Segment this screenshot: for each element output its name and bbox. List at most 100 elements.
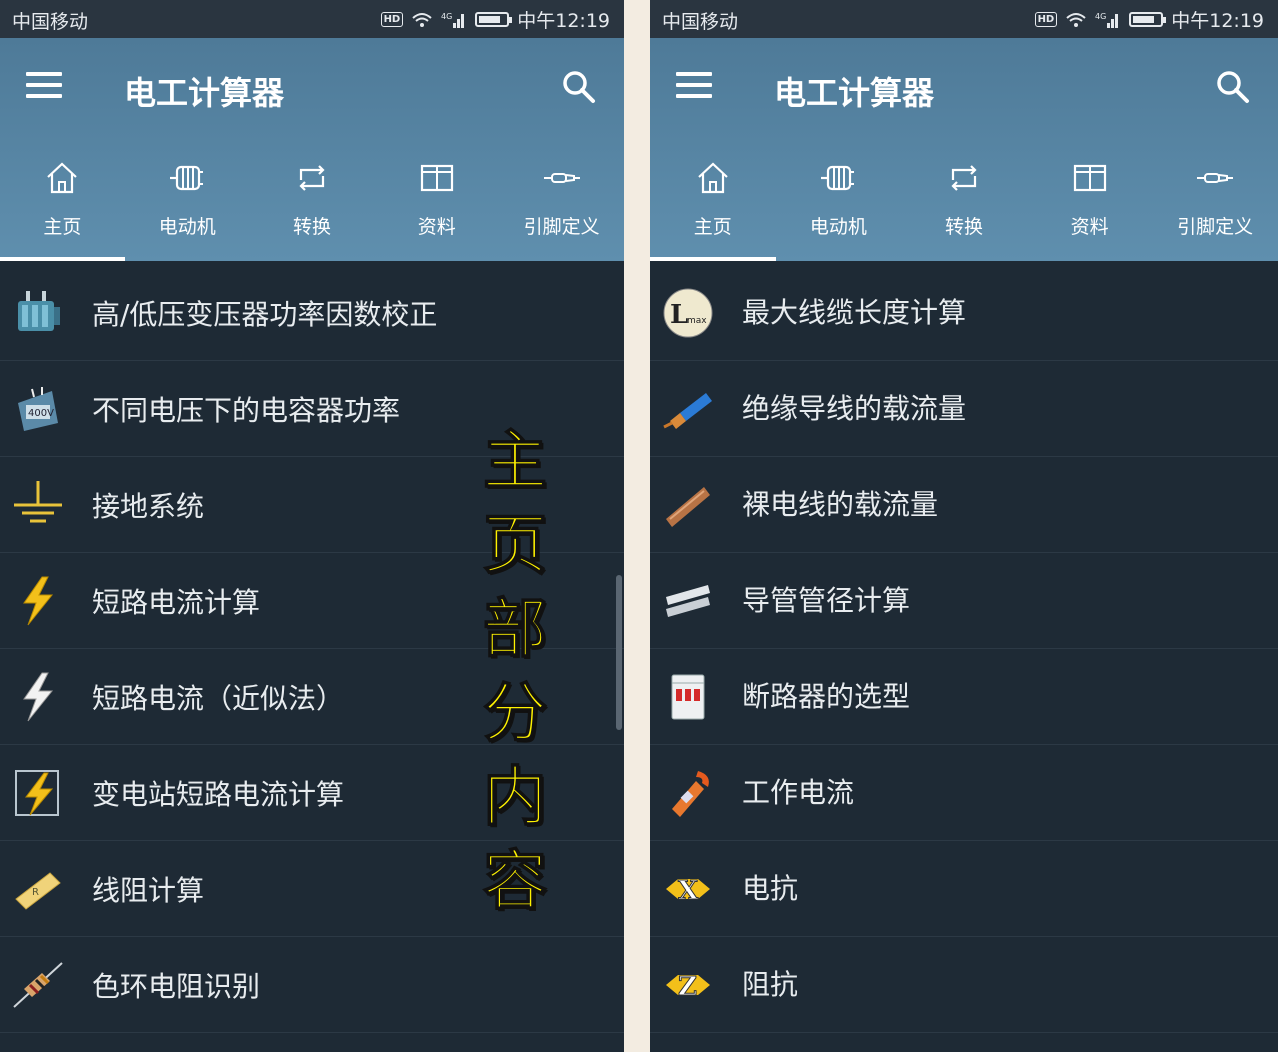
pin-icon [543, 173, 580, 183]
svg-text:4G: 4G [1095, 12, 1106, 21]
tab-home[interactable]: 主页 [650, 146, 776, 261]
list-item-label: 短路电流计算 [92, 586, 261, 619]
tab-label: 主页 [43, 216, 82, 238]
tab-label: 电动机 [158, 216, 216, 238]
carrier-label: 中国移动 [12, 11, 89, 33]
wire-resistance-icon: R [15, 872, 61, 910]
carrier-label: 中国移动 [662, 11, 739, 33]
svg-text:Z: Z [678, 972, 697, 1002]
overlay-char: 页 [482, 508, 548, 584]
svg-text:X: X [678, 876, 699, 906]
list-item[interactable]: Z 阻抗 [650, 937, 1278, 1033]
list-item-label: 色环电阻识别 [92, 970, 261, 1003]
search-icon[interactable] [562, 70, 596, 104]
capacitor-icon: 400V [18, 387, 58, 431]
pin-icon [1197, 173, 1234, 183]
right-phone-screen: 中国移动 HD 4G 中午12:19 电工计算器 主页 电动机 转换 资料 引脚… [650, 0, 1278, 1052]
tab-convert[interactable]: 转换 [250, 146, 375, 261]
convert-icon [299, 165, 325, 191]
list-item[interactable]: 工作电流 [650, 745, 1278, 841]
list-item[interactable]: Lmax 最大线缆长度计算 [650, 265, 1278, 361]
resistor-icon [13, 962, 63, 1008]
clamp-meter-icon [672, 771, 709, 817]
tab-pins[interactable]: 引脚定义 [1152, 146, 1278, 261]
app-bar: 电工计算器 主页 电动机 转换 资料 引脚定义 [0, 38, 624, 261]
tab-motor[interactable]: 电动机 [776, 146, 902, 261]
tab-label: 转换 [944, 216, 983, 238]
app-bar: 电工计算器 主页 电动机 转换 资料 引脚定义 [650, 38, 1278, 261]
list-item-label: 最大线缆长度计算 [742, 296, 967, 329]
breaker-icon [671, 674, 705, 720]
list-item-label: 阻抗 [742, 968, 799, 1001]
bare-wire-icon [666, 487, 710, 527]
list-item-label: 断路器的选型 [742, 680, 911, 713]
lightning-white-icon [23, 672, 54, 722]
calculator-list: Lmax 最大线缆长度计算 绝缘导线的载流量 裸电线的载流量 导管管径计算 断路… [650, 265, 1278, 1033]
tab-label: 引脚定义 [1177, 216, 1254, 238]
insulated-wire-icon [663, 393, 712, 429]
tab-pins[interactable]: 引脚定义 [499, 146, 624, 261]
cable-length-icon: Lmax [663, 288, 713, 338]
svg-text:4G: 4G [441, 12, 452, 21]
tab-label: 主页 [693, 216, 732, 238]
left-phone-screen: 中国移动 HD 4G 中午12:19 电工计算器 主页 电动机 转换 资料 引脚… [0, 0, 624, 1052]
list-item-label: 不同电压下的电容器功率 [92, 394, 401, 427]
clock-label: 中午12:19 [1171, 10, 1264, 32]
wifi-icon [412, 12, 432, 27]
conduit-icon [666, 585, 710, 617]
impedance-icon: Z [666, 972, 710, 1003]
list-item-label: 短路电流（近似法） [92, 682, 345, 715]
tab-convert[interactable]: 转换 [901, 146, 1027, 261]
list-item[interactable]: 绝缘导线的载流量 [650, 361, 1278, 457]
wifi-icon [1066, 12, 1086, 27]
scrollbar[interactable] [616, 575, 622, 730]
app-title: 电工计算器 [124, 74, 285, 112]
battery-icon [475, 12, 513, 27]
signal-icon: 4G [441, 12, 465, 28]
list-item[interactable]: 高/低压变压器功率因数校正 [0, 265, 624, 361]
list-item[interactable]: 导管管径计算 [650, 553, 1278, 649]
home-icon [698, 162, 728, 194]
list-item-label: 裸电线的载流量 [742, 488, 939, 521]
svg-text:max: max [687, 316, 707, 326]
list-item-label: 线阻计算 [92, 874, 205, 907]
motor-icon [821, 165, 855, 191]
ground-icon [14, 481, 62, 523]
list-item-label: 高/低压变压器功率因数校正 [92, 298, 438, 331]
tab-label: 电动机 [809, 216, 867, 238]
list-item[interactable]: 裸电线的载流量 [650, 457, 1278, 553]
clock-label: 中午12:19 [517, 10, 610, 32]
menu-icon[interactable] [676, 72, 712, 100]
hd-icon: HD [1034, 12, 1058, 27]
list-item-label: 导管管径计算 [742, 584, 911, 617]
convert-icon [951, 165, 977, 191]
tab-label: 资料 [1070, 216, 1109, 238]
tab-docs[interactable]: 资料 [374, 146, 499, 261]
tab-label: 引脚定义 [523, 216, 600, 238]
motor-icon [170, 165, 204, 191]
svg-text:400V: 400V [28, 408, 54, 419]
overlay-caption: 主 页 部 分 内 容 [470, 420, 560, 924]
transformer-icon [18, 291, 60, 331]
tab-home[interactable]: 主页 [0, 146, 125, 261]
home-icon [47, 162, 78, 194]
tab-bar: 主页 电动机 转换 资料 引脚定义 [0, 146, 624, 261]
tab-motor[interactable]: 电动机 [125, 146, 250, 261]
svg-text:L: L [670, 300, 688, 330]
search-icon[interactable] [1216, 70, 1250, 104]
status-bar: 中国移动 HD 4G 中午12:19 [0, 0, 624, 38]
list-item[interactable]: X 电抗 [650, 841, 1278, 937]
lightning-icon [23, 576, 54, 626]
overlay-char: 部 [482, 592, 548, 668]
signal-icon: 4G [1095, 12, 1119, 28]
list-item-label: 工作电流 [742, 776, 855, 809]
reactance-icon: X [666, 876, 710, 907]
battery-icon [1129, 12, 1167, 27]
menu-icon[interactable] [26, 72, 62, 100]
list-item[interactable]: 断路器的选型 [650, 649, 1278, 745]
tab-docs[interactable]: 资料 [1027, 146, 1153, 261]
list-item[interactable]: 色环电阻识别 [0, 937, 624, 1033]
list-item-label: 变电站短路电流计算 [92, 778, 345, 811]
status-bar: 中国移动 HD 4G 中午12:19 [650, 0, 1278, 38]
tab-label: 资料 [417, 216, 456, 238]
